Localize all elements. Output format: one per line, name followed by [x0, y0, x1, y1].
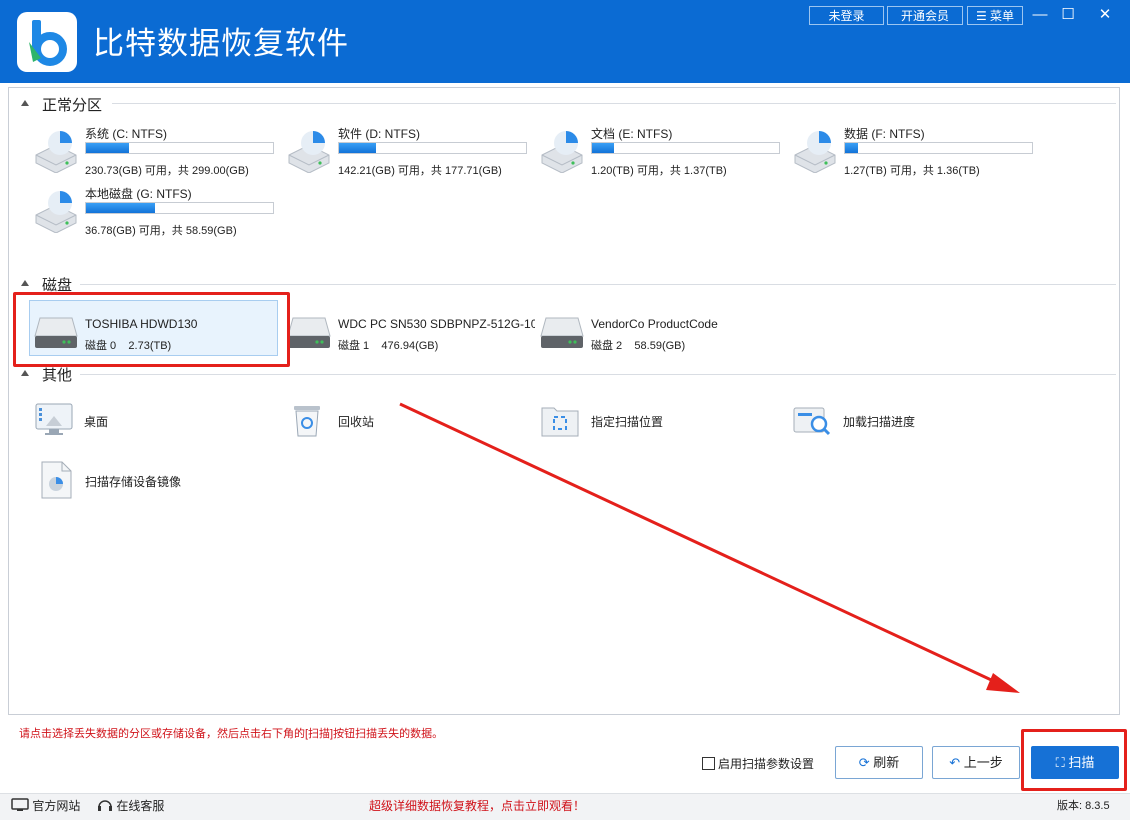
drive-icon [794, 131, 836, 173]
partition-name: 系统 (C: NTFS) [85, 127, 167, 141]
vip-button[interactable]: 开通会员 [887, 6, 963, 25]
maximize-button[interactable]: ☐ [1055, 4, 1081, 26]
highlight-box-scan [1021, 729, 1127, 791]
scan-param-label: 启用扫描参数设置 [718, 757, 815, 771]
partition-info: 36.78(GB) 可用，共 58.59(GB) [85, 225, 237, 237]
close-icon: ✕ [1098, 6, 1112, 23]
tutorial-link[interactable]: 超级详细数据恢复教程，点击立即观看！ [369, 797, 585, 814]
monitor-icon [11, 798, 29, 811]
drive-icon [541, 131, 583, 173]
partition-usage-fill [592, 143, 615, 153]
close-button[interactable]: ✕ [1092, 4, 1118, 26]
partition-usage-bar [85, 142, 274, 154]
partition-tile[interactable]: 本地磁盘 (G: NTFS) 36.78(GB) 可用，共 58.59(GB) [30, 185, 275, 237]
partition-tile[interactable]: 系统 (C: NTFS) 230.73(GB) 可用，共 299.00(GB) [30, 125, 275, 177]
section-divider [112, 103, 1116, 104]
partition-tile[interactable]: 文档 (E: NTFS) 1.20(TB) 可用，共 1.37(TB) [536, 125, 781, 177]
checkbox-icon [702, 757, 715, 770]
partition-usage-fill [86, 143, 129, 153]
partition-name: 本地磁盘 (G: NTFS) [85, 187, 192, 201]
highlight-box-disk [13, 292, 290, 367]
minimize-button[interactable]: — [1027, 4, 1053, 26]
hard-disk-icon [540, 317, 584, 348]
folder-scan-icon [541, 407, 579, 437]
scan-param-checkbox[interactable]: 启用扫描参数设置 [702, 755, 814, 772]
load-progress-icon [793, 407, 831, 436]
load-progress-label: 加载扫描进度 [843, 415, 916, 429]
load-progress-item[interactable]: 加载扫描进度 [792, 402, 932, 438]
recycle-bin-icon [294, 406, 320, 437]
recycle-bin-item[interactable]: 回收站 [290, 402, 410, 438]
section-title-other: 其他 [42, 366, 73, 384]
back-icon: ↶ [949, 755, 961, 770]
desktop-icon [35, 403, 73, 435]
menu-icon: ☰ [975, 9, 987, 23]
disk-image-item[interactable]: 扫描存储设备镜像 [38, 460, 198, 500]
support-link[interactable]: 在线客服 [97, 797, 164, 814]
partition-usage-fill [86, 203, 156, 213]
drive-icon [288, 131, 330, 173]
disk-label: 磁盘 1 [338, 340, 370, 352]
disk-name: WDC PC SN530 SDBPNPZ-512G-1006 [338, 317, 535, 331]
website-label: 官方网站 [32, 799, 81, 813]
support-label: 在线客服 [116, 799, 165, 813]
scan-location-item[interactable]: 指定扫描位置 [540, 402, 680, 438]
section-divider [80, 284, 1116, 285]
section-title-partitions: 正常分区 [42, 96, 103, 114]
partition-usage-bar [844, 142, 1033, 154]
app-title: 比特数据恢复软件 [93, 26, 349, 62]
partition-usage-bar [338, 142, 527, 154]
collapse-arrow-icon[interactable] [21, 100, 29, 106]
partition-name: 数据 (F: NTFS) [844, 127, 925, 141]
recycle-bin-label: 回收站 [338, 415, 375, 429]
drive-icon [35, 191, 77, 233]
partition-info: 1.20(TB) 可用，共 1.37(TB) [591, 165, 727, 177]
back-button[interactable]: ↶ 上一步 [932, 746, 1020, 779]
maximize-icon: ☐ [1061, 6, 1075, 23]
main-panel [8, 87, 1120, 715]
partition-usage-bar [85, 202, 274, 214]
partition-usage-fill [339, 143, 377, 153]
partition-info: 142.21(GB) 可用，共 177.71(GB) [338, 165, 502, 177]
disk-label: 磁盘 2 [591, 340, 623, 352]
partition-usage-bar [591, 142, 780, 154]
disk-image-icon [41, 461, 72, 499]
disk-info: 磁盘 2 58.59(GB) [591, 337, 685, 353]
partition-info: 230.73(GB) 可用，共 299.00(GB) [85, 165, 249, 177]
website-link[interactable]: 官方网站 [11, 797, 80, 814]
headset-icon [98, 800, 112, 811]
refresh-label: 刷新 [873, 755, 900, 770]
menu-label: 菜单 [990, 9, 1015, 23]
app-logo-icon [17, 12, 77, 72]
disk-name: VendorCo ProductCode [591, 317, 718, 331]
refresh-icon: ⟳ [858, 755, 870, 770]
partition-tile[interactable]: 数据 (F: NTFS) 1.27(TB) 可用，共 1.36(TB) [789, 125, 1034, 177]
refresh-button[interactable]: ⟳ 刷新 [835, 746, 923, 779]
desktop-item[interactable]: 桌面 [34, 402, 174, 438]
login-button[interactable]: 未登录 [809, 6, 884, 25]
collapse-arrow-icon[interactable] [21, 370, 29, 376]
disk-tile[interactable]: WDC PC SN530 SDBPNPZ-512G-1006 磁盘 1 476.… [287, 312, 535, 353]
disk-size: 58.59(GB) [634, 340, 686, 352]
back-label: 上一步 [963, 755, 1003, 770]
disk-size: 476.94(GB) [381, 340, 439, 352]
minimize-icon: — [1032, 6, 1048, 23]
section-divider [80, 374, 1116, 375]
collapse-arrow-icon[interactable] [21, 280, 29, 286]
disk-info: 磁盘 1 476.94(GB) [338, 337, 438, 353]
desktop-label: 桌面 [84, 415, 109, 429]
scan-location-label: 指定扫描位置 [591, 415, 664, 429]
drive-icon [35, 131, 77, 173]
partition-name: 文档 (E: NTFS) [591, 127, 673, 141]
partition-usage-fill [845, 143, 859, 153]
menu-button[interactable]: ☰ 菜单 [967, 6, 1023, 25]
partition-name: 软件 (D: NTFS) [338, 127, 420, 141]
hard-disk-icon [287, 317, 331, 348]
disk-tile[interactable]: VendorCo ProductCode 磁盘 2 58.59(GB) [540, 312, 785, 352]
version-label: 版本: 8.3.5 [1057, 800, 1110, 812]
partition-tile[interactable]: 软件 (D: NTFS) 142.21(GB) 可用，共 177.71(GB) [283, 125, 528, 177]
hint-text: 请点击选择丢失数据的分区或存储设备，然后点击右下角的[扫描]按钮扫描丢失的数据。 [19, 728, 444, 740]
partition-info: 1.27(TB) 可用，共 1.36(TB) [844, 165, 980, 177]
disk-image-label: 扫描存储设备镜像 [85, 475, 182, 489]
